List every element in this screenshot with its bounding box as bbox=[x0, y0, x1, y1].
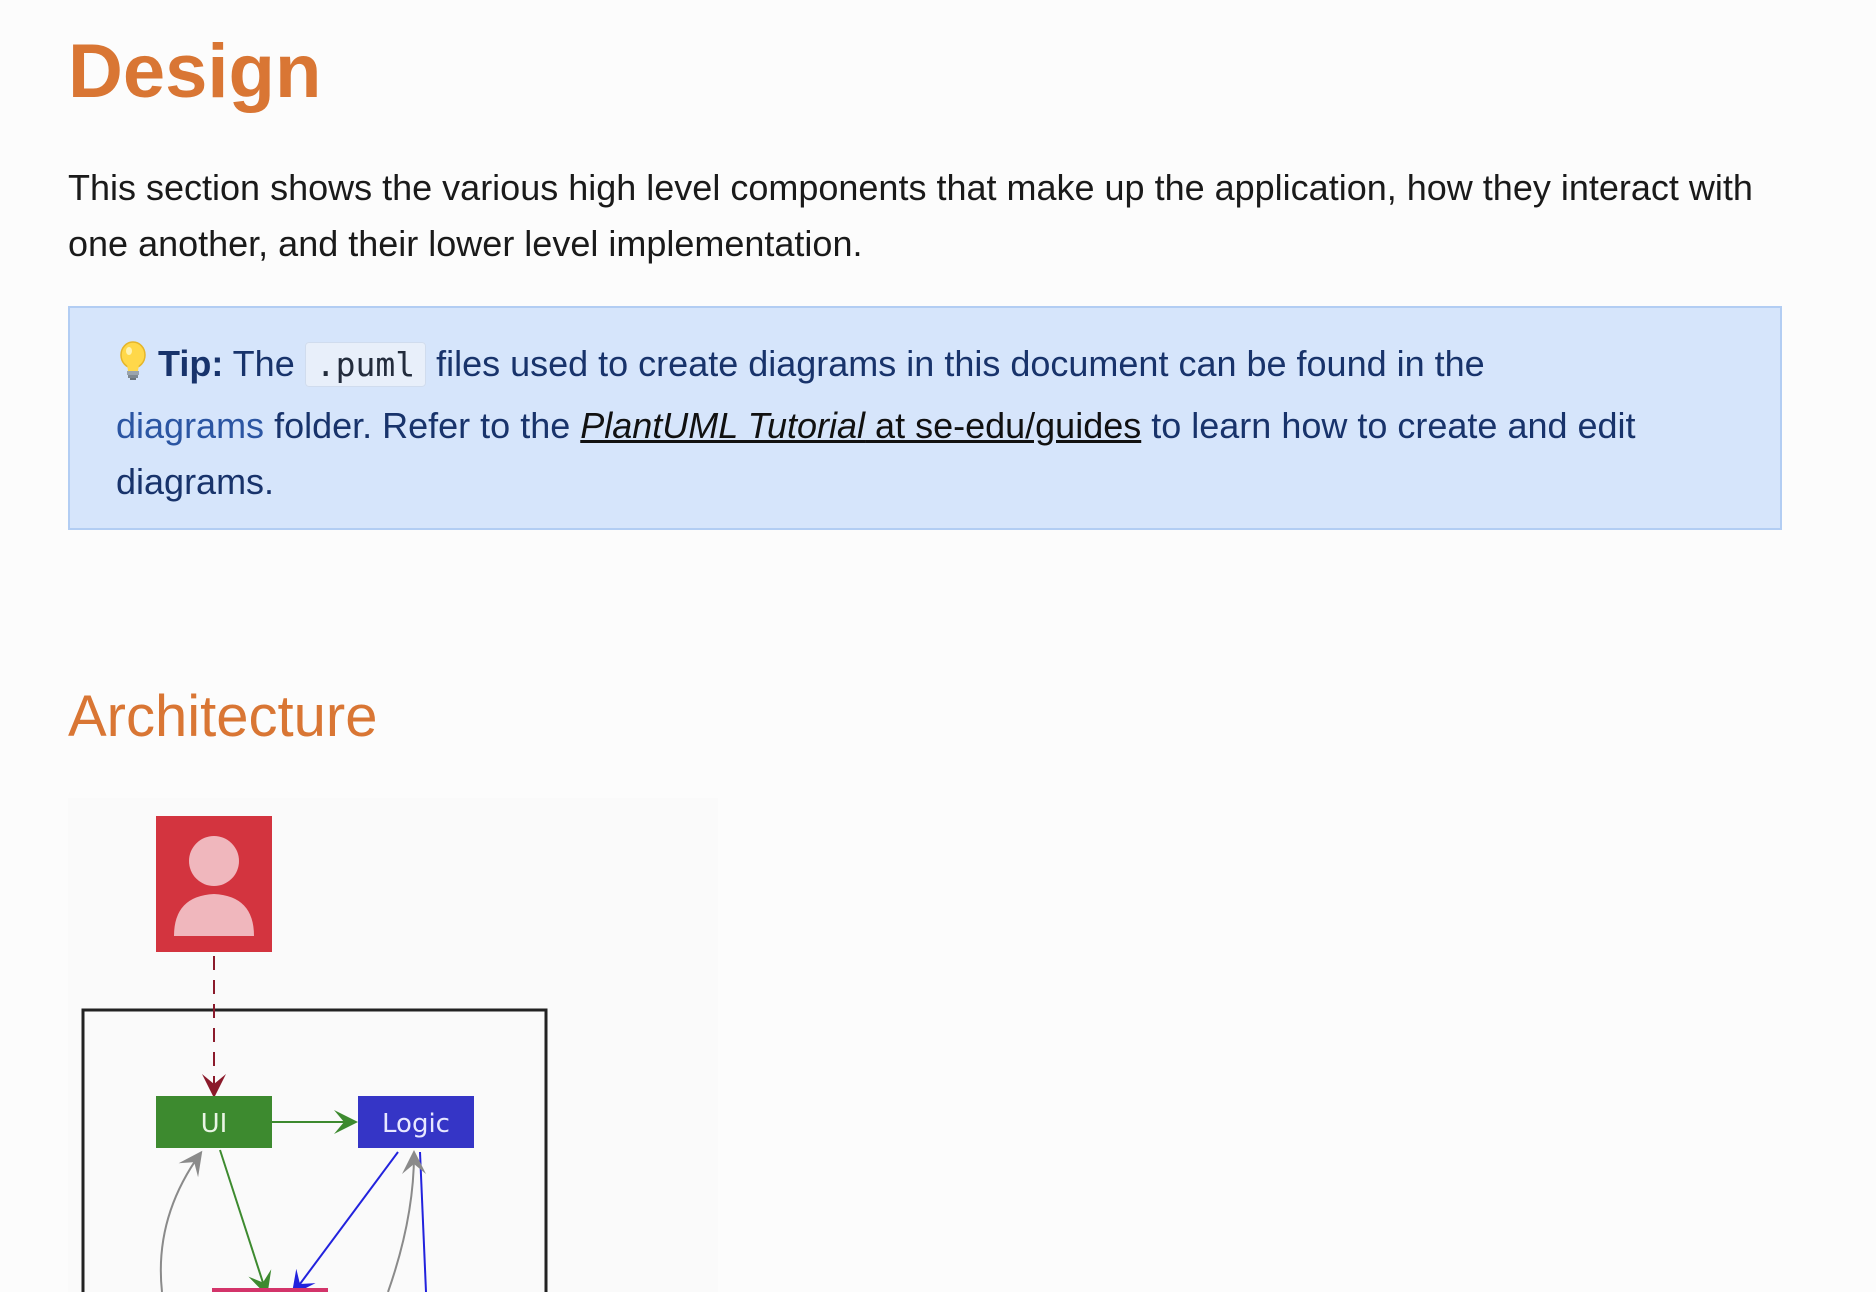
tip-box: Tip: The .puml files used to create diag… bbox=[68, 306, 1782, 530]
puml-code: .puml bbox=[304, 342, 427, 387]
tip-text-1: The bbox=[223, 343, 305, 384]
app-boundary bbox=[81, 1008, 548, 1292]
architecture-heading: Architecture bbox=[68, 684, 378, 749]
lightbulb-icon bbox=[116, 340, 150, 398]
architecture-diagram: UI Logic bbox=[68, 798, 718, 1292]
ui-down-arrow bbox=[219, 1149, 272, 1292]
tip-label: Tip: bbox=[158, 343, 224, 384]
plantuml-tutorial-link[interactable]: PlantUML Tutorial at se-edu/guides bbox=[580, 405, 1141, 446]
page-title: Design bbox=[68, 29, 322, 114]
logic-down-arrow bbox=[291, 1151, 399, 1292]
grey-return-arrow-logic bbox=[387, 1150, 426, 1292]
grey-return-arrow-ui bbox=[159, 1150, 203, 1292]
ui-component: UI bbox=[156, 1096, 272, 1148]
logic-vertical-line bbox=[419, 1151, 427, 1292]
user-head-icon bbox=[189, 836, 239, 886]
logic-label: Logic bbox=[382, 1109, 450, 1139]
user-actor bbox=[156, 816, 272, 952]
tip-text-3: folder. Refer to the bbox=[264, 405, 581, 446]
intro-paragraph: This section shows the various high leve… bbox=[68, 167, 1753, 264]
diagrams-folder-link[interactable]: diagrams bbox=[116, 405, 264, 446]
tip-text-2: files used to create diagrams in this do… bbox=[426, 343, 1485, 384]
ui-label: UI bbox=[201, 1109, 228, 1139]
plantuml-tutorial-italic: PlantUML Tutorial bbox=[580, 405, 866, 446]
model-component-partial bbox=[212, 1288, 328, 1292]
logic-component: Logic bbox=[358, 1096, 474, 1148]
plantuml-tutorial-rest: at se-edu/guides bbox=[865, 405, 1142, 446]
